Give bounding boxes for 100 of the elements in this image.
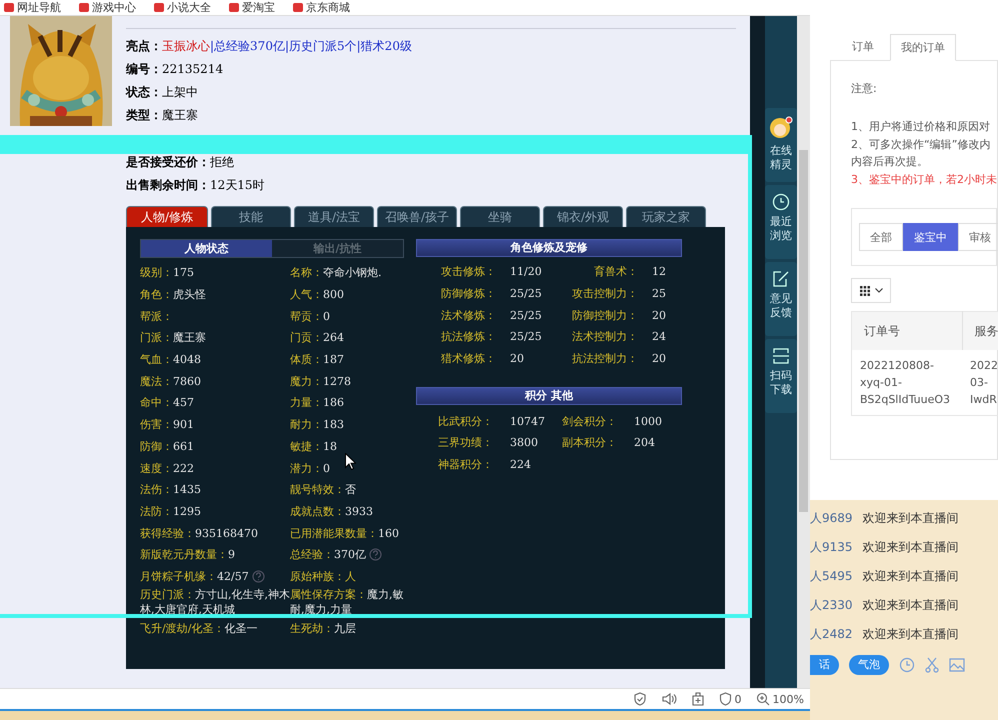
info-field: 状态：上架中 xyxy=(126,84,198,101)
speaker-icon[interactable] xyxy=(660,692,677,706)
sidebar-button[interactable]: 在线精灵 xyxy=(765,108,797,182)
tab[interactable]: 锦衣/外观 xyxy=(543,206,623,227)
column-header: 服务 xyxy=(962,312,998,350)
cursor-icon xyxy=(345,453,356,470)
sub-tab[interactable]: 人物状态 xyxy=(141,240,272,257)
bookmark[interactable]: 爱淘宝 xyxy=(229,2,275,13)
clock-icon[interactable] xyxy=(899,657,915,673)
stat-field: 生死劫：九层 xyxy=(290,620,356,636)
bookmark[interactable]: 京东商城 xyxy=(293,2,350,13)
stat-field: 命中：457 xyxy=(140,395,194,410)
notice-title: 注意: xyxy=(851,81,878,96)
help-icon[interactable] xyxy=(369,548,382,562)
bookmark[interactable]: 网址导航 xyxy=(4,2,61,13)
blocked-count[interactable]: 0 xyxy=(718,692,742,706)
window-icon[interactable] xyxy=(690,692,705,706)
tab[interactable]: 玩家之家 xyxy=(626,206,706,227)
stat-field: 法防：1295 xyxy=(140,504,201,519)
stat-field: 神器积分： 224 xyxy=(416,457,531,472)
stat-field: 法伤：1435 xyxy=(140,482,201,498)
stat-field: 体质：187 xyxy=(290,352,344,368)
notice-text: 3、鉴宝中的订单，若2小时未 xyxy=(851,172,997,188)
stat-field: 气血：4048 xyxy=(140,352,201,368)
section-header: 积分 其他 xyxy=(416,387,682,406)
sidebar-button[interactable]: 最近浏览 xyxy=(765,185,797,259)
grid-icon xyxy=(860,286,870,296)
tab[interactable]: 坐骑 xyxy=(460,206,540,227)
chat-message: 人5495 欢迎来到本直播间 xyxy=(810,568,960,585)
sidebar-button[interactable]: 扫码下载 xyxy=(765,339,797,413)
section-header: 角色修炼及宠修 xyxy=(416,239,682,257)
stat-field: 人气：800 xyxy=(290,287,344,302)
stat-field: 名称：夺命小钢炮. xyxy=(290,265,382,280)
stat-field: 月饼粽子机缘：42/57 xyxy=(140,568,249,584)
stat-field: 育兽术： 12 xyxy=(558,264,666,280)
highlights-text: 亮点：玉振冰心|总经验370亿|历史门派5个|猎术20级 xyxy=(126,38,412,55)
tab[interactable]: 我的订单 xyxy=(890,34,956,61)
stat-field: 魔法：7860 xyxy=(140,374,201,389)
scissors-icon[interactable] xyxy=(925,657,939,673)
shield-icon xyxy=(718,692,732,706)
stat-field: 攻击修炼： 11/20 xyxy=(416,264,542,280)
tab[interactable]: 订单 xyxy=(842,34,884,59)
stat-field: 三界功绩： 3800 xyxy=(416,435,538,450)
chat-message: 人9135 欢迎来到本直播间 xyxy=(810,539,960,556)
chat-button[interactable]: 气泡 xyxy=(849,655,889,675)
stat-field: 速度：222 xyxy=(140,460,194,476)
notice-text: 2、可多次操作“编辑”修改内 xyxy=(851,136,992,152)
stat-field: 成就点数：3933 xyxy=(290,504,373,519)
stat-field: 法术修炼： 25/25 xyxy=(416,308,542,323)
shield-icon[interactable] xyxy=(632,692,647,706)
stat-field: 攻击控制力： 25 xyxy=(558,286,666,302)
chat-message: 人2482 欢迎来到本直播间 xyxy=(810,626,960,643)
bookmark[interactable]: 小说大全 xyxy=(154,2,211,13)
filter-button[interactable]: 全部 xyxy=(859,223,903,251)
clock-icon xyxy=(772,193,790,211)
image-icon[interactable] xyxy=(949,658,965,672)
stat-field: 已用潜能果数量：160 xyxy=(290,526,399,541)
stat-field: 总经验：370亿 xyxy=(290,547,366,562)
help-icon[interactable] xyxy=(252,570,265,583)
info-field: 编号：22135214 xyxy=(126,61,224,78)
stat-field: 靓号特效：否 xyxy=(290,482,356,498)
stat-field: 帮贡：0 xyxy=(290,308,330,324)
stat-field: 门派：魔王寨 xyxy=(140,330,206,346)
tab[interactable]: 道具/法宝 xyxy=(294,206,374,227)
info-field: 是否接受还价：拒绝 xyxy=(126,154,234,171)
stat-field: 法术控制力： 24 xyxy=(558,329,666,344)
stat-field: 获得经验：935168470 xyxy=(140,526,258,541)
stat-field: 级别：175 xyxy=(140,265,194,280)
column-header: 订单号 xyxy=(852,312,962,350)
stat-field: 抗法控制力： 20 xyxy=(558,351,666,366)
info-field: 类型：魔王寨 xyxy=(126,107,198,124)
filter-button[interactable]: 鉴宝中 xyxy=(903,223,958,251)
stat-field: 魔力：1278 xyxy=(290,374,351,389)
zoom-level[interactable]: 100% xyxy=(756,692,804,706)
stat-field: 抗法修炼： 25/25 xyxy=(416,329,542,344)
chat-message: 人2330 欢迎来到本直播间 xyxy=(810,597,960,614)
column-picker[interactable] xyxy=(851,278,891,303)
scan-icon xyxy=(772,347,790,365)
stat-field: 门贡：264 xyxy=(290,330,344,346)
table-cell: 2022120808- xyq-01- BS2qSlIdTuueO3 xyxy=(852,350,962,416)
tab[interactable]: 人物/修炼 xyxy=(126,206,208,227)
tab[interactable]: 召唤兽/孩子 xyxy=(377,206,457,227)
caret-icon xyxy=(874,288,882,293)
scrollbar[interactable] xyxy=(797,16,810,688)
stat-field: 新版乾元丹数量：9 xyxy=(140,547,235,562)
filter-button[interactable]: 审核 xyxy=(958,223,998,251)
stat-field: 力量：186 xyxy=(290,395,344,410)
stat-field: 猎术修炼： 20 xyxy=(416,351,524,366)
stat-field: 敏捷：18 xyxy=(290,438,337,454)
stat-field: 防御修炼： 25/25 xyxy=(416,286,542,302)
stat-field: 帮派： xyxy=(140,308,173,324)
zoom-icon xyxy=(756,692,770,706)
bookmark[interactable]: 游戏中心 xyxy=(79,2,136,13)
chat-button[interactable]: 话 xyxy=(810,655,839,675)
notice-text: 内容后再次提。 xyxy=(851,154,929,170)
stat-field: 飞升/渡劫/化圣：化圣一 xyxy=(140,620,258,636)
info-field: 出售剩余时间：12天15时 xyxy=(126,177,265,194)
tab[interactable]: 技能 xyxy=(211,206,291,227)
sidebar-button[interactable]: 意见反馈 xyxy=(765,262,797,336)
stat-field: 比武积分： 10747 xyxy=(416,414,545,429)
